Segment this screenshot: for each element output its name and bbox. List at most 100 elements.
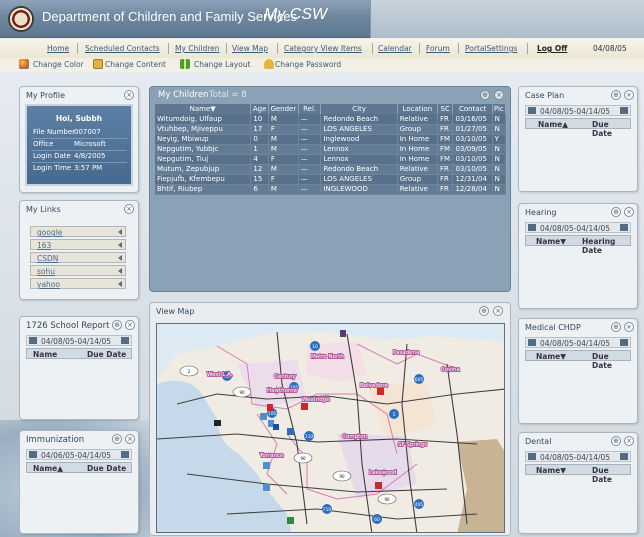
column-due-date[interactable]: Due Date (592, 352, 630, 370)
close-icon[interactable]: × (624, 207, 634, 217)
link-label[interactable]: sohu (37, 267, 55, 276)
table-row[interactable]: Nepgutim, Yubbjc 1 M — Lennox In Home FM 03/09/… (155, 144, 507, 155)
change-color-link[interactable]: Change Color (33, 60, 84, 69)
link-item[interactable]: yahoo (30, 278, 126, 289)
column-header[interactable]: Name▼ (155, 104, 252, 114)
prev-week-icon[interactable] (29, 451, 37, 458)
table-row[interactable]: Vtuhbep, Mjiveppu 17 F — LOS ANGELES Group FR 0… (155, 124, 507, 135)
table-cell: M (268, 134, 299, 145)
column-header[interactable]: Location (397, 104, 438, 114)
child-marker-icon (267, 404, 273, 411)
close-icon[interactable]: × (494, 90, 504, 100)
next-week-icon[interactable] (620, 339, 628, 346)
table-cell: Fiepjufb, Kfembepu (155, 174, 252, 185)
nav-scheduled-contacts[interactable]: Scheduled Contacts (85, 44, 160, 53)
table-cell: Nepgutim, Tiuj (155, 154, 252, 165)
close-icon[interactable]: × (493, 306, 503, 316)
next-week-icon[interactable] (121, 337, 129, 344)
link-item[interactable]: sohu (30, 265, 126, 276)
department-seal-icon (8, 6, 34, 32)
column-header[interactable]: Contact (452, 104, 493, 114)
pin-icon[interactable]: ⊕ (480, 90, 490, 100)
pin-icon[interactable]: ⊕ (611, 207, 621, 217)
prev-week-icon[interactable] (528, 107, 536, 114)
close-icon[interactable]: × (124, 204, 134, 214)
pin-icon[interactable]: ⊕ (112, 320, 122, 330)
link-label[interactable]: 163 (37, 241, 51, 250)
nav-log-off[interactable]: Log Off (537, 44, 567, 53)
pin-icon[interactable]: ⊕ (611, 322, 621, 332)
link-label[interactable]: yahoo (37, 280, 60, 289)
column-due-date[interactable]: Due Date (592, 120, 630, 138)
column-header[interactable]: Rel. (298, 104, 322, 114)
close-icon[interactable]: × (624, 90, 634, 100)
column-header[interactable]: Gender (268, 104, 299, 114)
change-layout-link[interactable]: Change Layout (194, 60, 251, 69)
column-header[interactable]: Pic (492, 104, 507, 114)
column-due-date[interactable]: Due Date (592, 466, 630, 484)
case-plan-panel: Case Plan ⊕ × 04/08/05-04/14/05 Name▲ Du… (518, 86, 638, 192)
divider (31, 138, 127, 139)
column-due-date[interactable]: Due Date (87, 350, 126, 359)
column-name[interactable]: Name▼ (536, 237, 566, 246)
nav-separator (277, 43, 278, 54)
table-cell: 15 (250, 174, 269, 185)
table-row[interactable]: Fiepjufb, Kfembepu 15 F — LOS ANGELES Group FR… (155, 174, 507, 185)
link-item[interactable]: google (30, 226, 126, 237)
link-label[interactable]: google (37, 228, 62, 237)
column-name[interactable]: Name▲ (538, 120, 568, 129)
nav-category-view-items[interactable]: Category View Items (284, 44, 362, 53)
pin-icon[interactable]: ⊕ (479, 306, 489, 316)
column-header[interactable]: Age (250, 104, 269, 114)
prev-week-icon[interactable] (29, 337, 37, 344)
column-hearing-date[interactable]: Hearing Date (582, 237, 630, 255)
next-week-icon[interactable] (620, 453, 628, 460)
pin-icon[interactable]: ⊕ (611, 436, 621, 446)
next-week-icon[interactable] (121, 451, 129, 458)
column-name[interactable]: Name▼ (536, 352, 566, 361)
prev-week-icon[interactable] (528, 224, 536, 231)
nav-home[interactable]: Home (47, 44, 69, 53)
link-item[interactable]: CSDN (30, 252, 126, 263)
column-due-date[interactable]: Due Date (87, 464, 126, 473)
table-row[interactable]: Witumdoig, Ulfaup 10 M — Redondo Beach Relati… (155, 114, 507, 125)
pin-icon[interactable]: ⊕ (611, 90, 621, 100)
next-week-icon[interactable] (620, 224, 628, 231)
change-content-link[interactable]: Change Content (105, 60, 166, 69)
table-cell: FR (437, 184, 454, 195)
nav-calendar[interactable]: Calendar (378, 44, 412, 53)
table-row[interactable]: Bhtif, Riubep 6 M — INGLEWOOD Relative FR 12/28… (155, 184, 507, 195)
column-header[interactable]: City (320, 104, 398, 114)
title-bar: Department of Children and Family Servic… (0, 0, 644, 38)
link-item[interactable]: 163 (30, 239, 126, 250)
close-icon[interactable]: × (624, 322, 634, 332)
prev-week-icon[interactable] (528, 339, 536, 346)
close-icon[interactable]: × (124, 90, 134, 100)
change-password-link[interactable]: Change Password (275, 60, 341, 69)
column-name[interactable]: Name▲ (33, 464, 63, 473)
close-icon[interactable]: × (125, 320, 135, 330)
column-name[interactable]: Name (33, 350, 57, 359)
nav-forum[interactable]: Forum (426, 44, 450, 53)
map-canvas[interactable]: 10 605 105 5 105 110 710 405 90 60 2 90 … (156, 323, 505, 533)
link-label[interactable]: CSDN (37, 254, 58, 263)
table-cell: 17 (250, 124, 269, 135)
table-cell: — (298, 184, 322, 195)
map-label: Lakewood (369, 470, 397, 476)
nav-view-map[interactable]: View Map (232, 44, 268, 53)
table-row[interactable]: Nepgutim, Tiuj 4 F — Lennox In Home FM 03/10/05… (155, 154, 507, 165)
table-header: Name▲ Due Date (525, 118, 631, 138)
nav-my-children[interactable]: My Children (175, 44, 220, 53)
nav-portal-settings[interactable]: PortalSettings (465, 44, 517, 53)
prev-week-icon[interactable] (528, 453, 536, 460)
table-row[interactable]: Neyig, Mbiwup 0 M — Inglewood In Home FM 03/10/… (155, 134, 507, 145)
close-icon[interactable]: × (125, 434, 135, 444)
table-row[interactable]: Mutum, Zepubjup 12 M — Redondo Beach Relative… (155, 164, 507, 175)
pin-icon[interactable]: ⊕ (112, 434, 122, 444)
column-header[interactable]: SC (437, 104, 454, 114)
table-cell: 03/16/05 (452, 114, 493, 125)
column-name[interactable]: Name▼ (536, 466, 566, 475)
table-cell: In Home (397, 134, 438, 145)
next-week-icon[interactable] (620, 107, 628, 114)
close-icon[interactable]: × (624, 436, 634, 446)
